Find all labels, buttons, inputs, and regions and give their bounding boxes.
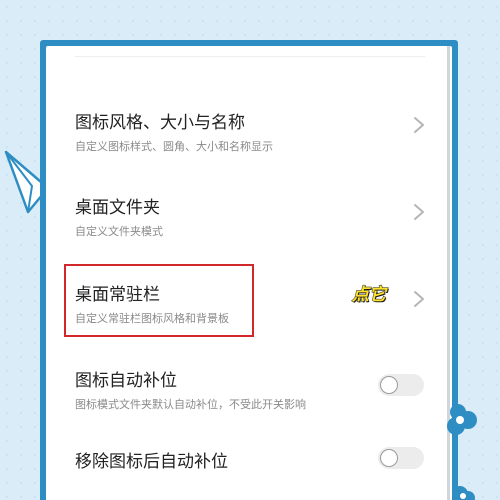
chevron-right-icon xyxy=(414,204,424,220)
toggle-knob xyxy=(380,449,398,467)
setting-title: 图标自动补位 xyxy=(75,371,177,391)
highlight-box xyxy=(64,264,254,337)
setting-title: 桌面文件夹 xyxy=(75,198,160,218)
setting-title: 移除图标后自动补位 xyxy=(75,452,228,472)
divider xyxy=(75,56,425,57)
cloud-icon xyxy=(447,404,477,435)
setting-row-icon-style[interactable]: 图标风格、大小与名称 自定义图标样式、圆角、大小和名称显示 xyxy=(46,108,452,178)
toggle-knob xyxy=(380,376,398,394)
chevron-right-icon xyxy=(414,291,424,307)
setting-subtitle: 图标模式文件夹默认自动补位，不受此开关影响 xyxy=(75,398,306,411)
setting-row-auto-fill: 图标自动补位 图标模式文件夹默认自动补位，不受此开关影响 xyxy=(46,366,452,436)
auto-fill-toggle[interactable] xyxy=(378,374,424,396)
auto-fill-after-remove-toggle[interactable] xyxy=(378,447,424,469)
setting-subtitle: 自定义图标样式、圆角、大小和名称显示 xyxy=(75,140,273,153)
cloud-icon xyxy=(452,486,475,500)
annotation-label: 点它 xyxy=(352,285,387,306)
setting-subtitle: 自定义文件夹模式 xyxy=(75,225,163,238)
setting-row-auto-fill-after-remove: 移除图标后自动补位 xyxy=(46,447,452,500)
chevron-right-icon xyxy=(414,117,424,133)
setting-row-desktop-folder[interactable]: 桌面文件夹 自定义文件夹模式 xyxy=(46,193,452,263)
setting-title: 图标风格、大小与名称 xyxy=(75,113,245,133)
